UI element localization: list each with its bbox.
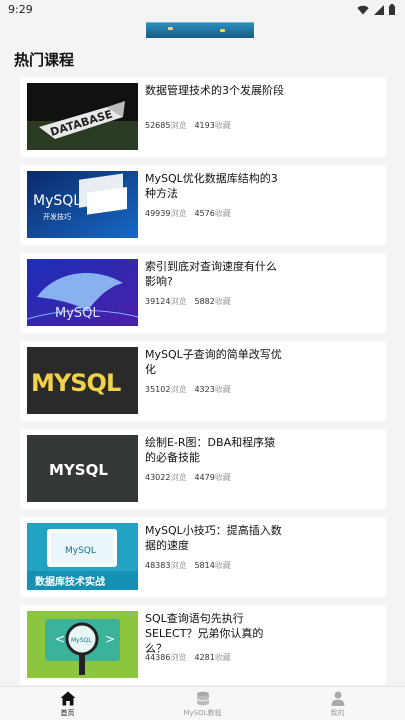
course-card[interactable]: MySQL 开发技巧 MySQL优化数据库结构的3种方法 49939浏览 4576…	[20, 165, 386, 245]
thumb-text: MYSQL	[31, 369, 121, 397]
status-time: 9:29	[8, 3, 33, 16]
tab-label: 首页	[60, 709, 75, 717]
view-count: 52685	[145, 121, 171, 130]
fav-unit: 收藏	[214, 209, 231, 218]
view-unit: 浏览	[170, 561, 187, 570]
course-title: 数据管理技术的3个发展阶段	[145, 84, 284, 97]
view-count: 44386	[145, 653, 171, 662]
thumb-subtext: 开发技巧	[43, 212, 71, 221]
tab-mine[interactable]: 我的	[270, 687, 405, 720]
view-count: 35102	[145, 385, 171, 394]
wifi-icon	[357, 5, 369, 15]
thumb-subtext: 数据库技术实战	[35, 575, 105, 588]
fav-count: 5814	[194, 561, 215, 570]
course-meta: 44386浏览 4281收藏	[145, 652, 239, 663]
course-thumbnail: MYSQL	[27, 347, 138, 414]
course-meta: 43022浏览 4479收藏	[145, 472, 239, 483]
fav-unit: 收藏	[214, 121, 231, 130]
database-icon	[196, 691, 210, 706]
course-title: SQL查询语句先执行SELECT？兄弟你认真的么？	[145, 612, 264, 655]
fav-unit: 收藏	[214, 385, 231, 394]
fav-count: 5882	[194, 297, 215, 306]
fav-unit: 收藏	[214, 473, 231, 482]
status-icons	[357, 4, 395, 15]
fav-count: 4576	[194, 209, 215, 218]
course-meta: 35102浏览 4323收藏	[145, 384, 239, 395]
course-card[interactable]: < > MySQL SQL查询语句先执行SELECT？兄弟你认真的么？ 4438…	[20, 605, 386, 685]
fav-count: 4323	[194, 385, 215, 394]
view-unit: 浏览	[170, 297, 187, 306]
fav-count: 4479	[194, 473, 215, 482]
thumb-text: MySQL	[71, 637, 92, 644]
course-thumbnail: MYSQL	[27, 435, 138, 502]
view-count: 49939	[145, 209, 171, 218]
svg-text:<: <	[55, 632, 65, 646]
fav-unit: 收藏	[214, 297, 231, 306]
signal-icon	[374, 4, 384, 15]
view-unit: 浏览	[170, 473, 187, 482]
view-unit: 浏览	[170, 209, 187, 218]
fav-unit: 收藏	[214, 561, 231, 570]
thumb-text: MySQL	[65, 546, 96, 556]
course-title: MySQL子查询的简单改写优化	[145, 348, 282, 376]
course-thumbnail: MySQL	[27, 259, 138, 326]
course-meta: 39124浏览 5882收藏	[145, 296, 239, 307]
course-list: DATABASE 数据管理技术的3个发展阶段 52685浏览 4193收藏 MyS…	[20, 77, 386, 693]
course-title: 绘制E-R图：DBA和程序猿的必备技能	[145, 436, 276, 464]
tab-mysql-tutorial[interactable]: MySQL教程	[135, 687, 270, 720]
course-thumbnail: DATABASE	[27, 83, 138, 150]
home-icon	[60, 691, 76, 706]
course-card[interactable]: MYSQL 绘制E-R图：DBA和程序猿的必备技能 43022浏览 4479收藏	[20, 429, 386, 509]
section-title: 热门课程	[14, 51, 75, 69]
tab-label: 我的	[330, 709, 345, 717]
course-card[interactable]: MySQL 数据库技术实战 MySQL小技巧：提高插入数据的速度 48383浏览…	[20, 517, 386, 597]
fav-count: 4193	[194, 121, 215, 130]
tab-label: MySQL教程	[183, 709, 222, 717]
course-thumbnail: < > MySQL	[27, 611, 138, 678]
course-meta: 49939浏览 4576收藏	[145, 208, 239, 219]
bottom-tab-bar: 首页 MySQL教程 我的	[0, 686, 405, 720]
thumb-text: MYSQL	[49, 461, 108, 479]
course-card[interactable]: MySQL 索引到底对查询速度有什么影响? 39124浏览 5882收藏	[20, 253, 386, 333]
svg-text:>: >	[105, 632, 115, 646]
person-icon	[331, 691, 345, 706]
view-count: 48383	[145, 561, 171, 570]
course-meta: 52685浏览 4193收藏	[145, 120, 239, 131]
view-unit: 浏览	[170, 653, 187, 662]
view-count: 39124	[145, 297, 171, 306]
view-unit: 浏览	[170, 385, 187, 394]
course-title: MySQL优化数据库结构的3种方法	[145, 172, 278, 200]
course-card[interactable]: DATABASE 数据管理技术的3个发展阶段 52685浏览 4193收藏	[20, 77, 386, 157]
course-card[interactable]: MYSQL MySQL子查询的简单改写优化 35102浏览 4323收藏	[20, 341, 386, 421]
status-bar: 9:29	[0, 0, 405, 22]
thumb-text: MySQL	[55, 306, 100, 321]
battery-icon	[389, 4, 395, 15]
fav-unit: 收藏	[214, 653, 231, 662]
tab-home[interactable]: 首页	[0, 687, 135, 720]
thumb-text: MySQL	[33, 193, 81, 209]
course-thumbnail: MySQL 开发技巧	[27, 171, 138, 238]
view-unit: 浏览	[170, 121, 187, 130]
course-thumbnail: MySQL 数据库技术实战	[27, 523, 138, 590]
fav-count: 4281	[194, 653, 215, 662]
course-title: MySQL小技巧：提高插入数据的速度	[145, 524, 282, 552]
course-meta: 48383浏览 5814收藏	[145, 560, 239, 571]
view-count: 43022	[145, 473, 171, 482]
course-title: 索引到底对查询速度有什么影响?	[145, 260, 277, 288]
